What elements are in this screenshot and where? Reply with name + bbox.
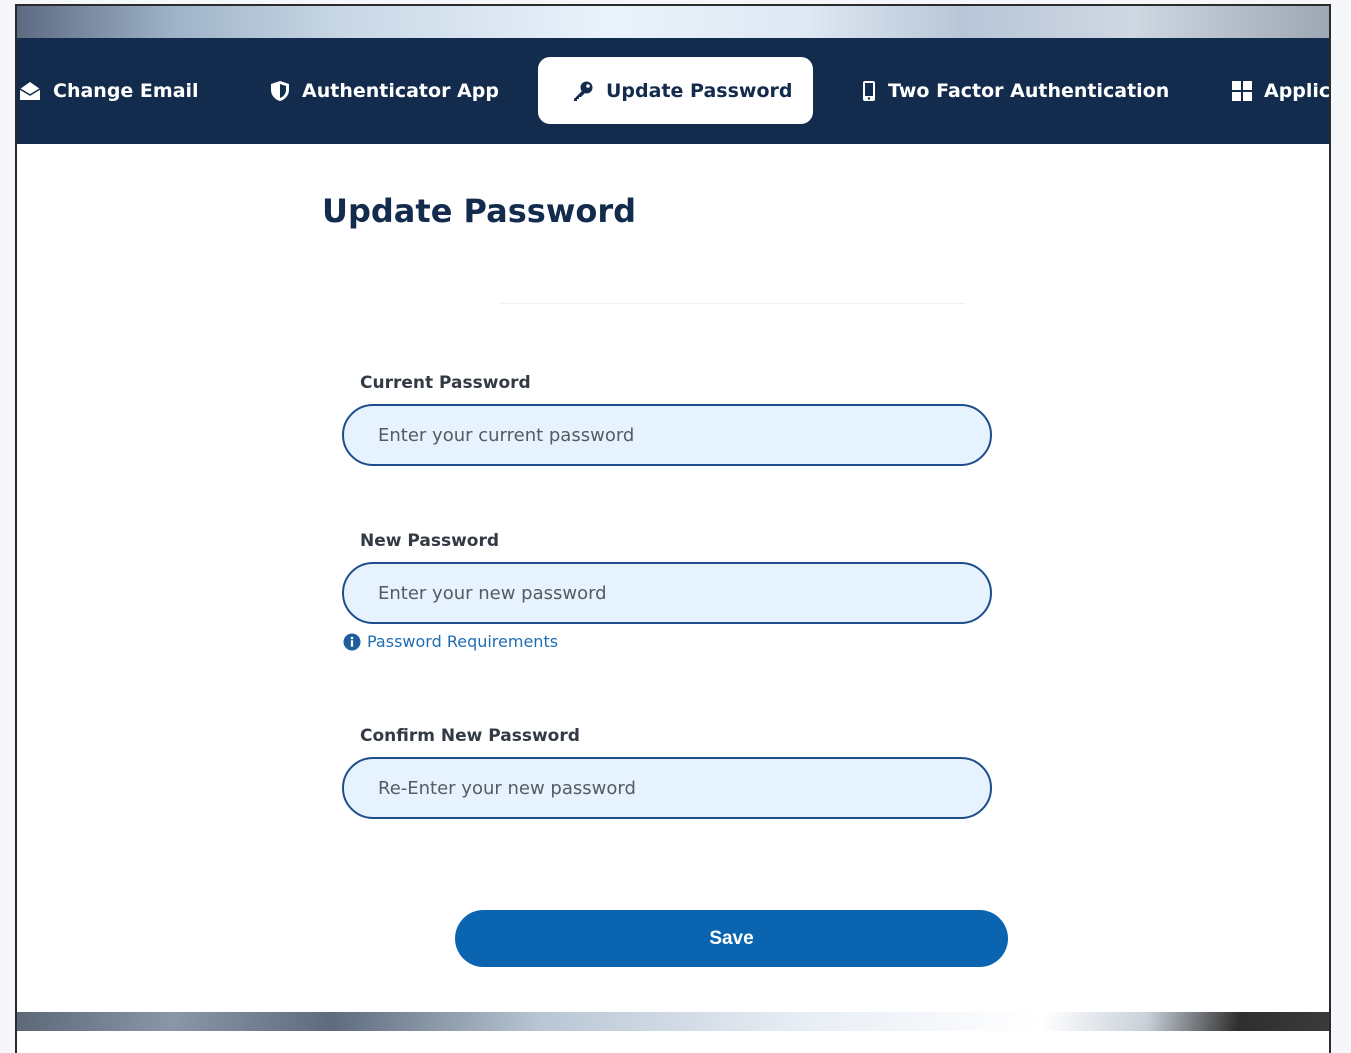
app-window: Change Email Authenticator App Update Pa… xyxy=(15,4,1331,1053)
confirm-password-input[interactable] xyxy=(342,757,992,819)
tab-label: Update Password xyxy=(606,79,793,102)
new-password-label: New Password xyxy=(360,531,500,551)
key-icon xyxy=(574,81,593,101)
title-divider xyxy=(500,303,965,304)
tab-label: Authenticator App xyxy=(302,79,499,102)
tab-two-factor-authentication[interactable]: Two Factor Authentication xyxy=(862,57,1169,124)
current-password-input[interactable] xyxy=(342,404,992,466)
envelope-icon xyxy=(19,81,41,100)
settings-tab-bar: Change Email Authenticator App Update Pa… xyxy=(17,38,1329,144)
new-password-input[interactable] xyxy=(342,562,992,624)
info-icon xyxy=(343,633,361,650)
save-button[interactable]: Save xyxy=(455,910,1008,967)
tab-label: Two Factor Authentication xyxy=(888,79,1170,102)
footer-area xyxy=(17,1031,1329,1053)
confirm-password-label: Confirm New Password xyxy=(360,726,580,746)
tab-update-password[interactable]: Update Password xyxy=(538,57,813,124)
tab-change-email[interactable]: Change Email xyxy=(19,57,199,124)
tab-label: Applica xyxy=(1264,79,1331,102)
top-decorative-strip xyxy=(17,6,1329,38)
page-title: Update Password xyxy=(322,192,637,230)
shield-icon xyxy=(271,80,289,101)
current-password-label: Current Password xyxy=(360,373,531,393)
tab-label: Change Email xyxy=(53,79,199,102)
password-requirements-link[interactable]: Password Requirements xyxy=(343,632,558,651)
password-requirements-label: Password Requirements xyxy=(367,632,559,651)
grid-icon xyxy=(1232,80,1252,101)
bottom-decorative-strip xyxy=(17,1012,1329,1031)
mobile-icon xyxy=(863,80,875,101)
tab-applications[interactable]: Applica xyxy=(1232,57,1331,124)
tab-authenticator-app[interactable]: Authenticator App xyxy=(270,57,499,124)
